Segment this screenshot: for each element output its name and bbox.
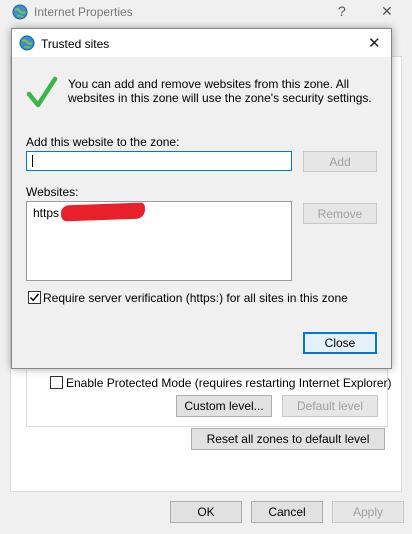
help-button[interactable]: ? bbox=[338, 3, 346, 19]
trusted-sites-globe-icon bbox=[19, 35, 35, 51]
text-cursor bbox=[32, 155, 33, 167]
reset-all-zones-button[interactable]: Reset all zones to default level bbox=[191, 428, 385, 450]
custom-level-button[interactable]: Custom level... bbox=[176, 395, 272, 417]
zone-info-text: You can add and remove websites from thi… bbox=[68, 77, 372, 105]
apply-button[interactable]: Apply bbox=[332, 501, 404, 523]
require-https-checkbox[interactable] bbox=[28, 291, 41, 304]
add-site-label: Add this website to the zone: bbox=[26, 135, 180, 149]
protected-mode-checkbox[interactable] bbox=[50, 376, 63, 389]
dialog-title: Trusted sites bbox=[41, 37, 110, 51]
remove-button[interactable]: Remove bbox=[303, 203, 377, 224]
add-button[interactable]: Add bbox=[303, 151, 377, 172]
trusted-sites-dialog: Trusted sites ✕ You can add and remove w… bbox=[11, 28, 392, 369]
ok-button[interactable]: OK bbox=[170, 501, 242, 523]
websites-label: Websites: bbox=[26, 185, 79, 199]
internet-globe-icon bbox=[12, 4, 28, 20]
checkbox-check-icon bbox=[29, 293, 40, 302]
outer-window-title: Internet Properties bbox=[34, 5, 133, 19]
dialog-close-icon[interactable]: ✕ bbox=[368, 34, 381, 52]
website-list-item[interactable]: https bbox=[33, 206, 59, 220]
close-button[interactable]: Close bbox=[303, 332, 377, 354]
website-url: https bbox=[33, 206, 60, 220]
require-https-label: Require server verification (https:) for… bbox=[43, 291, 348, 305]
websites-listbox[interactable]: https bbox=[26, 201, 292, 281]
add-site-input[interactable] bbox=[26, 151, 292, 171]
default-level-button[interactable]: Default level bbox=[282, 395, 378, 417]
redaction-mark bbox=[60, 202, 146, 222]
cancel-button[interactable]: Cancel bbox=[251, 501, 323, 523]
outer-close-button[interactable]: ✕ bbox=[381, 3, 393, 20]
protected-mode-label: Enable Protected Mode (requires restarti… bbox=[66, 376, 392, 390]
green-checkmark-icon bbox=[26, 75, 58, 112]
